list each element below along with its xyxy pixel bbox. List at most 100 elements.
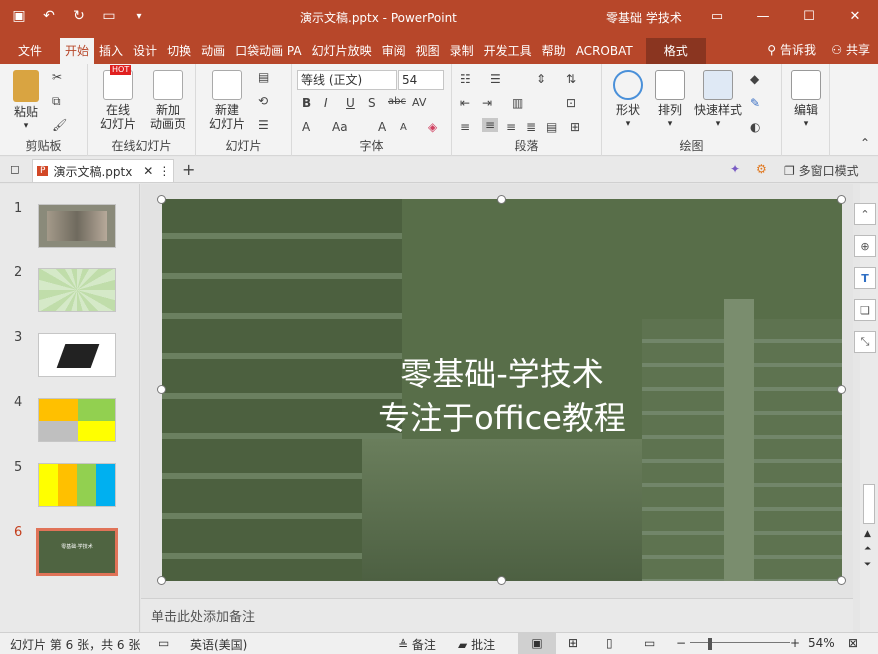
- plugin-icon[interactable]: ✦: [730, 162, 740, 176]
- tab-help[interactable]: 帮助: [537, 38, 571, 64]
- change-case-icon[interactable]: Aa: [332, 120, 348, 134]
- zoom-in-icon[interactable]: +: [790, 636, 800, 650]
- tab-animations[interactable]: 动画: [196, 38, 230, 64]
- tab-view[interactable]: 视图: [411, 38, 445, 64]
- reset-icon[interactable]: ⟲: [258, 94, 268, 108]
- resize-handle[interactable]: [837, 576, 846, 585]
- slide-thumbnail[interactable]: [38, 204, 116, 248]
- undo-icon[interactable]: ↶: [40, 7, 58, 25]
- increase-indent-icon[interactable]: ⇥: [482, 96, 492, 110]
- maximize-icon[interactable]: ☐: [786, 0, 832, 32]
- align-center-icon[interactable]: ≡: [482, 118, 499, 132]
- online-slides-button[interactable]: HOT 在线 幻灯片: [94, 65, 142, 131]
- resize-handle[interactable]: [837, 195, 846, 204]
- slide-thumbnail-active[interactable]: 零基础·学技术: [36, 528, 118, 576]
- line-spacing-icon[interactable]: ⇕: [536, 72, 546, 86]
- layout-icon[interactable]: ▤: [258, 70, 269, 84]
- tab-record[interactable]: 录制: [445, 38, 479, 64]
- scroll-up-icon[interactable]: ▲: [864, 529, 871, 539]
- font-name-combo[interactable]: 等线 (正文): [297, 70, 397, 90]
- underline-icon[interactable]: U: [346, 96, 355, 110]
- slide-thumbnail[interactable]: [38, 398, 116, 442]
- text-box-icon[interactable]: T: [854, 267, 876, 289]
- tab-home[interactable]: 开始: [60, 38, 95, 64]
- scroll-thumb[interactable]: [863, 484, 875, 524]
- columns-icon[interactable]: ▥: [512, 96, 523, 110]
- slide-canvas[interactable]: 零基础-学技术 专注于office教程: [162, 199, 842, 581]
- sorter-view-icon[interactable]: ⊞: [568, 636, 578, 650]
- text-direction-icon[interactable]: ⇅: [566, 72, 576, 86]
- tab-list-icon[interactable]: ◻: [10, 162, 20, 176]
- account-name[interactable]: 零基础 学技术: [606, 9, 682, 26]
- tab-slideshow[interactable]: 幻灯片放映: [307, 38, 377, 64]
- save-icon[interactable]: ▣: [10, 7, 28, 25]
- align-text-icon[interactable]: ⊡: [566, 96, 576, 110]
- shape-outline-icon[interactable]: ✎: [750, 96, 760, 110]
- cut-icon[interactable]: ✂: [52, 70, 62, 84]
- format-painter-icon[interactable]: 🖌: [52, 118, 67, 132]
- font-color-icon[interactable]: A: [302, 120, 310, 134]
- slide-title-line-1[interactable]: 零基础-学技术: [162, 349, 842, 395]
- layers-icon[interactable]: ❏: [854, 299, 876, 321]
- prev-slide-icon[interactable]: ⏶: [864, 544, 871, 554]
- numbering-icon[interactable]: ☰: [490, 72, 501, 86]
- strikethrough-icon[interactable]: abc: [388, 96, 406, 107]
- notes-toggle[interactable]: ≜ 备注: [398, 636, 436, 653]
- resize-handle[interactable]: [497, 195, 506, 204]
- paste-button[interactable]: 粘贴 ▾: [8, 70, 44, 133]
- editing-button[interactable]: 编辑 ▾: [790, 70, 822, 131]
- char-spacing-icon[interactable]: AV: [412, 96, 426, 109]
- next-slide-icon[interactable]: ⏷: [864, 560, 871, 570]
- slide-thumbnail[interactable]: [38, 268, 116, 312]
- smartart-icon[interactable]: ⊞: [570, 120, 580, 134]
- present-icon[interactable]: ▭: [100, 7, 118, 25]
- new-tab-icon[interactable]: +: [182, 160, 195, 179]
- zoom-slider[interactable]: [690, 642, 790, 643]
- section-icon[interactable]: ☰: [258, 118, 269, 132]
- redo-icon[interactable]: ↻: [70, 7, 88, 25]
- tab-transitions[interactable]: 切换: [162, 38, 196, 64]
- tab-developer[interactable]: 开发工具: [479, 38, 537, 64]
- quick-styles-button[interactable]: 快速样式 ▾: [692, 70, 744, 131]
- tab-design[interactable]: 设计: [128, 38, 162, 64]
- collapse-ribbon-icon[interactable]: ⌃: [860, 136, 870, 150]
- new-animation-page-button[interactable]: 新加 动画页: [144, 70, 192, 131]
- tab-file[interactable]: 文件: [0, 38, 60, 64]
- language-indicator[interactable]: 英语(美国): [190, 636, 247, 653]
- normal-view-icon[interactable]: ▣: [518, 633, 556, 654]
- reading-view-icon[interactable]: ▯: [606, 636, 613, 650]
- document-tab[interactable]: P 演示文稿.pptx ✕ ⋮: [32, 159, 174, 182]
- bullets-icon[interactable]: ☷: [460, 72, 471, 86]
- resize-handle[interactable]: [157, 195, 166, 204]
- comments-toggle[interactable]: ▰ 批注: [458, 636, 495, 653]
- shape-fill-icon[interactable]: ◆: [750, 72, 759, 86]
- tell-me-search[interactable]: ⚲ 告诉我: [767, 41, 816, 58]
- tab-insert[interactable]: 插入: [94, 38, 128, 64]
- multi-window-toggle[interactable]: ❐ 多窗口模式: [784, 162, 859, 179]
- increase-font-icon[interactable]: A: [378, 120, 386, 134]
- zoom-level[interactable]: 54%: [808, 636, 835, 650]
- resize-handle[interactable]: [497, 576, 506, 585]
- copy-icon[interactable]: ⧉: [52, 94, 61, 109]
- font-size-combo[interactable]: 54: [398, 70, 444, 90]
- ribbon-display-options-icon[interactable]: ▭: [694, 0, 740, 32]
- tab-more-icon[interactable]: ⋮: [158, 164, 170, 178]
- tab-pocket-animation[interactable]: 口袋动画 PA: [230, 38, 307, 64]
- new-slide-button[interactable]: 新建 幻灯片: [202, 70, 252, 131]
- minimize-icon[interactable]: —: [740, 0, 786, 32]
- shadow-icon[interactable]: S: [368, 96, 376, 110]
- slide-thumbnail[interactable]: [38, 463, 116, 507]
- settings-icon[interactable]: ⚙: [756, 162, 767, 176]
- resize-handle[interactable]: [157, 385, 166, 394]
- position-icon[interactable]: ⊕: [854, 235, 876, 257]
- share-button[interactable]: ⚇ 共享: [831, 41, 870, 58]
- collapse-panel-icon[interactable]: ⌃: [854, 203, 876, 225]
- fit-to-window-icon[interactable]: ⊠: [848, 636, 858, 650]
- shapes-button[interactable]: 形状 ▾: [608, 70, 648, 131]
- slide-thumbnail[interactable]: [38, 333, 116, 377]
- decrease-font-icon[interactable]: A: [400, 122, 407, 133]
- zoom-out-icon[interactable]: −: [676, 636, 686, 650]
- decrease-indent-icon[interactable]: ⇤: [460, 96, 470, 110]
- align-right-icon[interactable]: ≡: [506, 120, 516, 134]
- resize-handle[interactable]: [837, 385, 846, 394]
